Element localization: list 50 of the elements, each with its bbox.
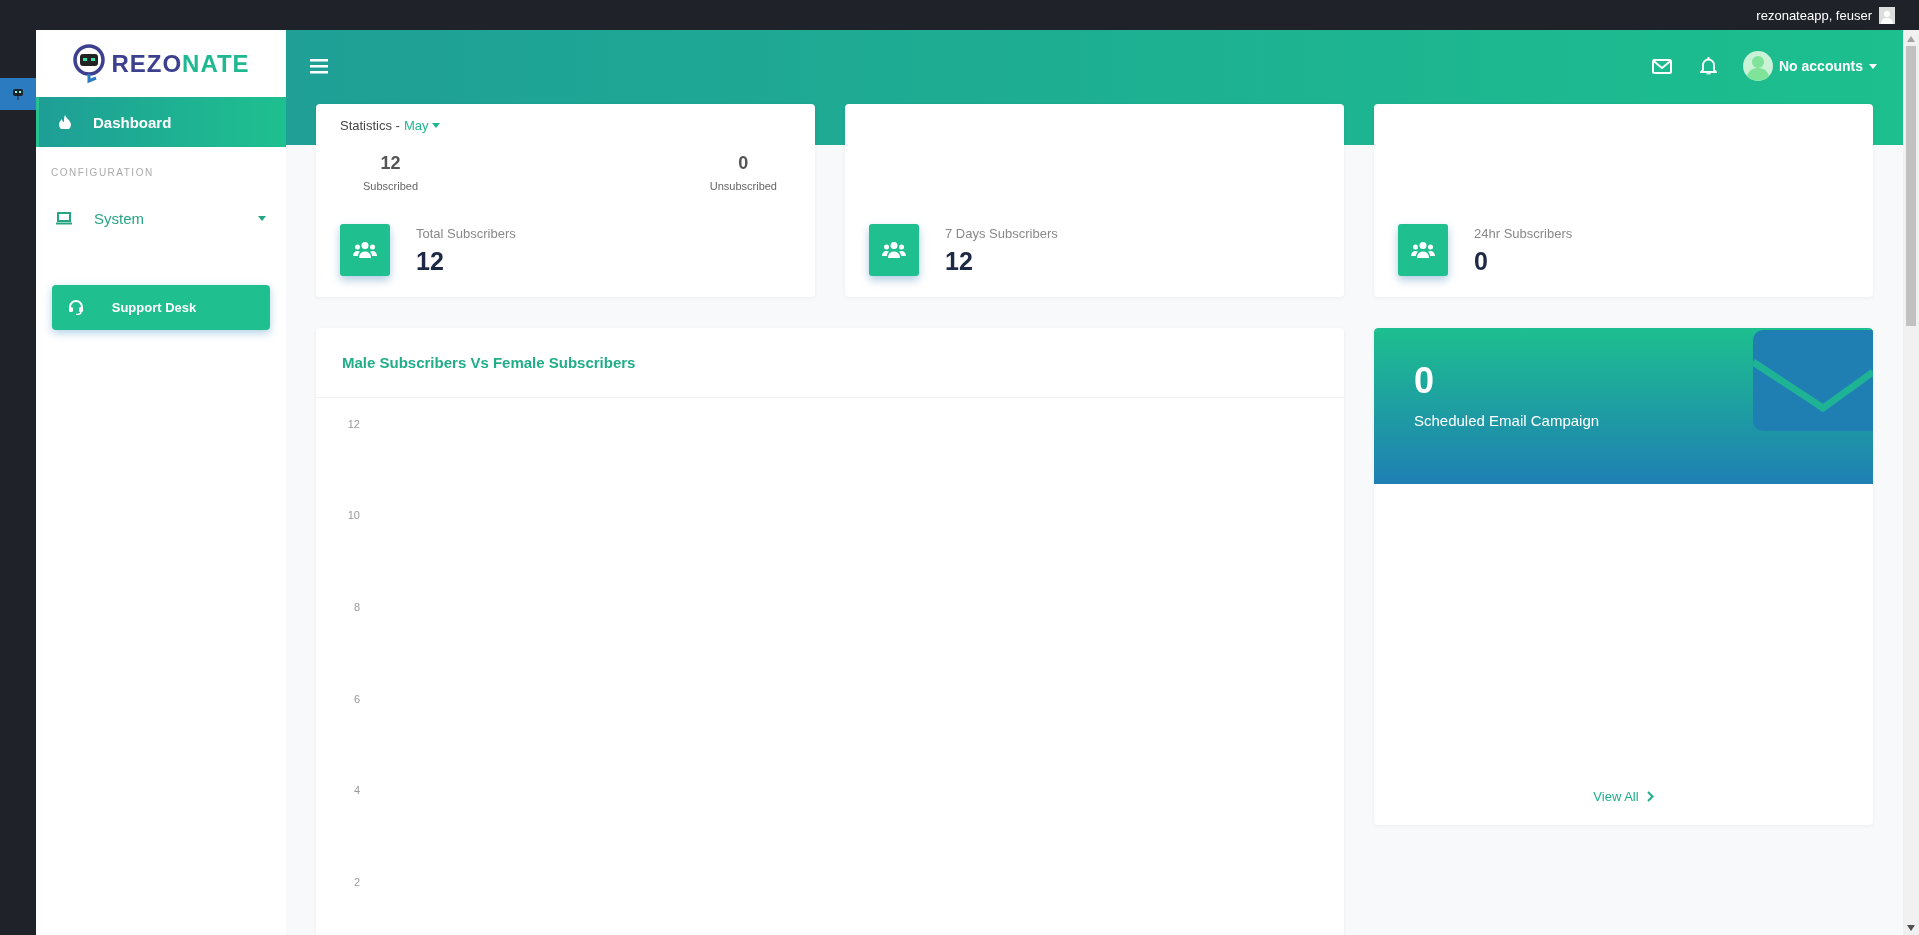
section-heading: CONFIGURATION xyxy=(50,166,155,178)
chart-title: Male Subscribers Vs Female Subscribers xyxy=(342,354,636,371)
caret-down-icon xyxy=(1869,63,1877,69)
nav-item[interactable]: Dashboard xyxy=(36,97,286,147)
axis-label: 4 xyxy=(353,784,360,797)
menu-icon[interactable] xyxy=(310,58,328,74)
campaign-label: Scheduled Email Campaign xyxy=(1414,412,1601,429)
laptop-icon xyxy=(56,211,72,225)
stat-value: 12 xyxy=(416,247,445,276)
nav-item[interactable]: System xyxy=(36,198,286,238)
bell-icon[interactable] xyxy=(1700,57,1717,75)
support-desk-button[interactable]: Support Desk xyxy=(52,285,270,330)
count-label: Unsubscribed xyxy=(709,180,777,192)
stat-label: 7 Days Subscribers xyxy=(945,226,1058,241)
user-avatar-icon[interactable] xyxy=(1879,6,1895,24)
axis-label: 2 xyxy=(353,875,360,888)
mail-icon[interactable] xyxy=(1652,58,1672,74)
chevron-right-icon xyxy=(1646,791,1654,802)
count-label: Subscribed xyxy=(363,180,419,192)
statistics-title: Statistics - xyxy=(340,118,400,133)
axis-label: 12 xyxy=(347,417,360,430)
stat-label: Total Subscribers xyxy=(416,226,516,241)
axis-label: 6 xyxy=(353,692,360,705)
account-menu[interactable]: No accounts xyxy=(1737,50,1883,82)
count-value: 12 xyxy=(380,153,401,174)
stat-value: 12 xyxy=(945,247,974,276)
envelope-icon xyxy=(1753,330,1873,431)
user-name[interactable]: rezonateapp, feuser xyxy=(1756,7,1872,23)
avatar-icon xyxy=(1743,51,1773,81)
scroll-thumb[interactable] xyxy=(1906,46,1916,326)
view-all-link[interactable]: View All xyxy=(1587,788,1660,805)
users-icon xyxy=(1411,241,1435,259)
scrollbar[interactable] xyxy=(1903,30,1919,935)
headset-icon xyxy=(68,300,84,315)
caret-down-icon xyxy=(258,215,266,221)
count-value: 0 xyxy=(738,153,749,174)
scroll-up-icon[interactable] xyxy=(1907,36,1915,42)
users-icon xyxy=(882,241,906,259)
flame-icon xyxy=(59,115,71,129)
stat-value: 0 xyxy=(1474,247,1489,276)
stat-label: 24hr Subscribers xyxy=(1474,226,1573,241)
campaign-count: 0 xyxy=(1414,360,1436,402)
users-icon xyxy=(353,241,377,259)
caret-down-icon xyxy=(431,123,440,128)
axis-label: 10 xyxy=(347,509,360,522)
logo-text: REZONATE xyxy=(111,49,250,78)
axis-label: 8 xyxy=(353,601,360,613)
month-dropdown[interactable]: May xyxy=(403,118,440,133)
robot-icon[interactable] xyxy=(12,87,24,101)
scroll-down-icon[interactable] xyxy=(1907,925,1915,931)
